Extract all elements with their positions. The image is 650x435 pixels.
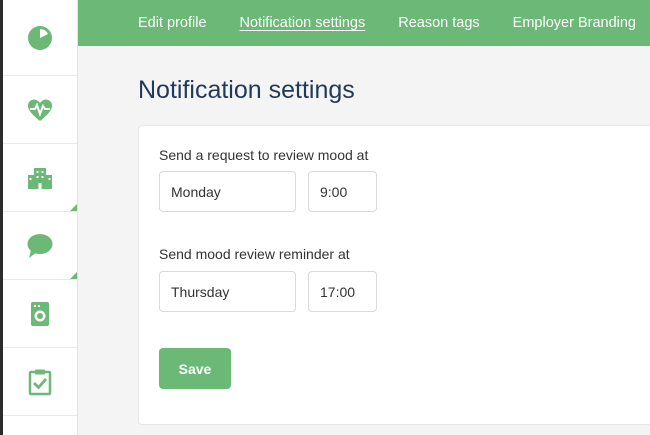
reminder-label: Send mood review reminder at: [159, 246, 350, 262]
sidebar-item-organization[interactable]: [3, 144, 77, 212]
sidebar-item-mood[interactable]: [3, 76, 77, 144]
sidebar: [3, 0, 78, 435]
mood-device-icon: [25, 299, 55, 329]
tab-employer-branding[interactable]: Employer Branding: [513, 15, 636, 31]
speech-bubble-icon: [25, 231, 55, 261]
tab-reason-tags[interactable]: Reason tags: [398, 15, 479, 31]
settings-tabs: Edit profile Notification settings Reaso…: [78, 0, 650, 46]
office-building-icon: [25, 163, 55, 193]
request-time-select[interactable]: 9:00: [308, 171, 377, 212]
submenu-indicator: [70, 204, 77, 211]
clipboard-check-icon: [25, 367, 55, 397]
reminder-time-select[interactable]: 17:00: [308, 271, 377, 312]
reminder-day-select[interactable]: Thursday: [159, 271, 296, 312]
sidebar-item-dashboard[interactable]: [3, 0, 77, 76]
request-day-select[interactable]: Monday: [159, 171, 296, 212]
page-title: Notification settings: [138, 76, 355, 104]
heartbeat-icon: [25, 95, 55, 125]
sidebar-item-device[interactable]: [3, 280, 77, 348]
request-label: Send a request to review mood at: [159, 147, 369, 163]
pie-chart-icon: [25, 23, 55, 53]
sidebar-item-messages[interactable]: [3, 212, 77, 280]
save-button[interactable]: Save: [159, 348, 231, 389]
sidebar-item-tasks[interactable]: [3, 348, 77, 416]
tab-edit-profile[interactable]: Edit profile: [138, 15, 207, 31]
tab-notification-settings[interactable]: Notification settings: [240, 15, 366, 31]
submenu-indicator: [70, 272, 77, 279]
